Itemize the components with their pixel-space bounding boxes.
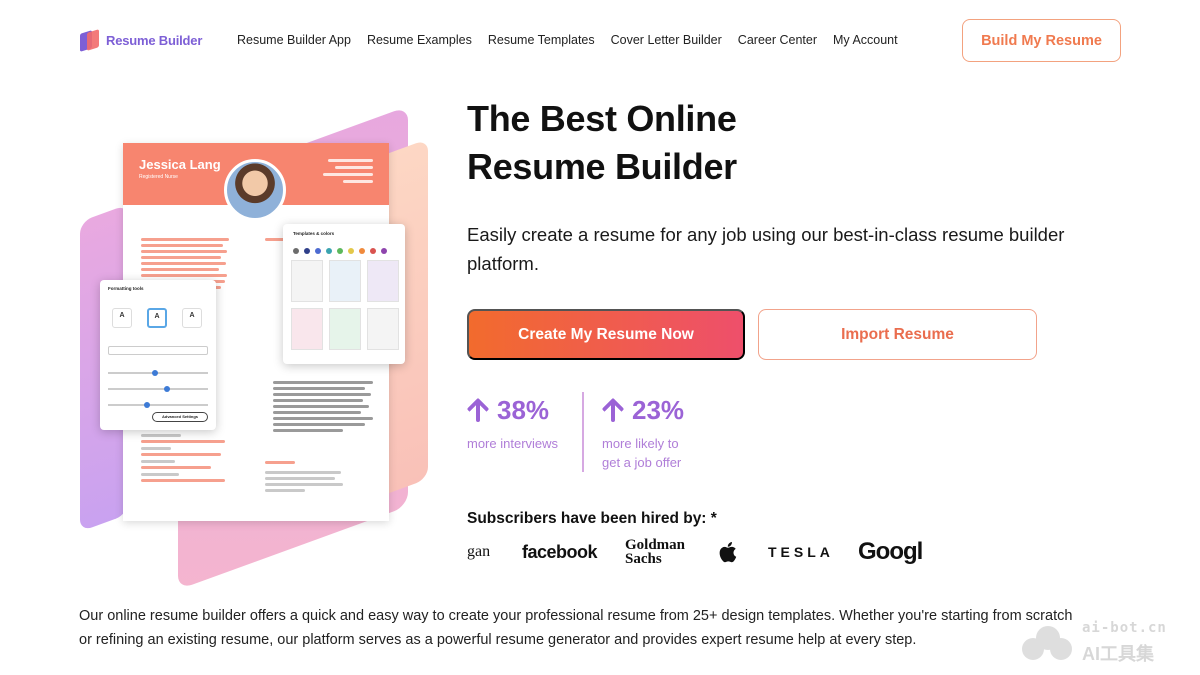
stat-job-offer: 23% more likely to get a job offer	[602, 395, 684, 472]
nav-link-career-center[interactable]: Career Center	[738, 33, 817, 47]
build-my-resume-button[interactable]: Build My Resume	[962, 19, 1121, 62]
advanced-settings-button[interactable]: Advanced Settings	[152, 412, 208, 422]
tesla-logo: TESLA	[768, 544, 834, 560]
page-title: The Best Online Resume Builder	[467, 95, 737, 191]
font-size-large[interactable]: A	[182, 308, 202, 328]
company-logos: gan facebook Goldman Sachs TESLA Googl	[467, 536, 927, 568]
create-resume-button[interactable]: Create My Resume Now	[467, 309, 745, 360]
font-size-small[interactable]: A	[112, 308, 132, 328]
stat-divider	[582, 392, 584, 472]
logo-icon	[80, 29, 100, 52]
stat-interviews: 38% more interviews	[467, 395, 558, 453]
watermark-logo-icon	[1020, 624, 1076, 660]
goldman-text: Goldman	[625, 537, 686, 553]
stat-label: more interviews	[467, 436, 559, 451]
line-spacing-slider[interactable]	[108, 402, 208, 408]
color-swatch[interactable]	[304, 248, 310, 254]
nav-link-resume-builder-app[interactable]: Resume Builder App	[237, 33, 351, 47]
stat-value: 38%	[497, 395, 550, 425]
stat-value: 23%	[632, 395, 685, 425]
facebook-logo: facebook	[522, 541, 598, 562]
stat-label: more likely to	[602, 436, 679, 451]
title-line-2: Resume Builder	[467, 146, 737, 187]
color-swatch[interactable]	[381, 248, 387, 254]
formatting-tools-panel: Formatting tools A A A Advanced Settings	[100, 280, 216, 430]
top-navigation: Resume Builder Resume Builder App Resume…	[0, 0, 1200, 82]
resume-role: Registered Nurse	[139, 174, 178, 180]
watermark-text: AI工具集	[1082, 644, 1154, 664]
color-swatch[interactable]	[293, 248, 299, 254]
resume-contact-lines	[313, 155, 373, 183]
nav-link-cover-letter-builder[interactable]: Cover Letter Builder	[611, 33, 722, 47]
color-swatch[interactable]	[359, 248, 365, 254]
color-swatch[interactable]	[348, 248, 354, 254]
hired-by-label: Subscribers have been hired by: *	[467, 510, 717, 527]
resume-preview-illustration: Jessica Lang Registered Nurse Templates …	[78, 98, 433, 590]
logo-text: Resume Builder	[106, 32, 203, 48]
apple-logo-icon	[718, 536, 742, 568]
jpmorgan-logo: gan	[467, 543, 491, 560]
section-spacing-slider[interactable]	[108, 370, 208, 376]
watermark-text: ai-bot.cn	[1082, 620, 1167, 636]
formatting-panel-title: Formatting tools	[108, 286, 144, 291]
color-swatch[interactable]	[326, 248, 332, 254]
stat-label: get a job offer	[602, 455, 682, 470]
site-logo[interactable]: Resume Builder	[80, 29, 203, 52]
resume-name: Jessica Lang	[139, 157, 221, 172]
color-swatch[interactable]	[315, 248, 321, 254]
nav-link-my-account[interactable]: My Account	[833, 33, 898, 47]
goldman-sachs-logo: Goldman Sachs	[625, 536, 685, 568]
import-resume-button[interactable]: Import Resume	[758, 309, 1037, 360]
font-select[interactable]	[108, 346, 208, 355]
nav-links: Resume Builder App Resume Examples Resum…	[237, 33, 898, 47]
paragraph-spacing-slider[interactable]	[108, 386, 208, 392]
resume-avatar	[224, 159, 286, 221]
watermark: ai-bot.cn AI工具集	[1020, 620, 1190, 665]
sachs-text: Sachs	[625, 551, 662, 567]
color-swatch[interactable]	[337, 248, 343, 254]
google-logo: Googl	[858, 538, 923, 565]
arrow-up-icon	[602, 398, 624, 424]
templates-panel-title: Templates & colors	[293, 231, 335, 236]
intro-paragraph: Our online resume builder offers a quick…	[79, 608, 1073, 648]
arrow-up-icon	[467, 398, 489, 424]
nav-link-resume-examples[interactable]: Resume Examples	[367, 33, 472, 47]
nav-link-resume-templates[interactable]: Resume Templates	[488, 33, 595, 47]
templates-colors-panel: Templates & colors	[283, 224, 405, 364]
hero-subtitle: Easily create a resume for any job using…	[467, 224, 1065, 274]
title-line-1: The Best Online	[467, 98, 737, 139]
font-size-normal[interactable]: A	[147, 308, 167, 328]
color-swatch[interactable]	[370, 248, 376, 254]
